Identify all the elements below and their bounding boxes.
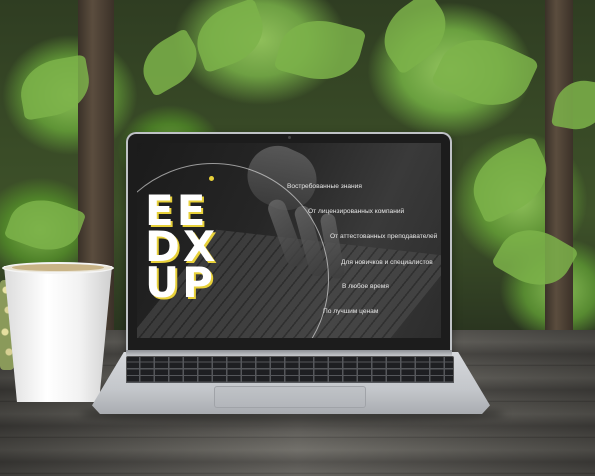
feature-item: По лучшим ценам [323, 308, 379, 315]
feature-item: От лицензированных компаний [308, 208, 405, 215]
feature-item: От аттестованных преподавателей [330, 233, 438, 240]
laptop-trackpad[interactable] [214, 386, 366, 408]
coffee-cup [4, 266, 112, 402]
coffee-surface [12, 264, 104, 271]
leaf [430, 24, 540, 121]
feature-list: Востребованные знания От лицензированных… [137, 143, 441, 338]
feature-item: В любое время [342, 283, 389, 290]
feature-item: Для новичков и специалистов [341, 259, 433, 266]
laptop-keyboard[interactable] [126, 356, 454, 383]
leaf [132, 28, 208, 97]
laptop-screen: EE DX UP Востребованные знания От лиценз… [137, 143, 441, 338]
leaf [3, 189, 87, 261]
feature-item: Востребованные знания [287, 183, 362, 190]
webcam [288, 136, 291, 139]
leaf [273, 10, 367, 90]
leaf [187, 0, 273, 74]
